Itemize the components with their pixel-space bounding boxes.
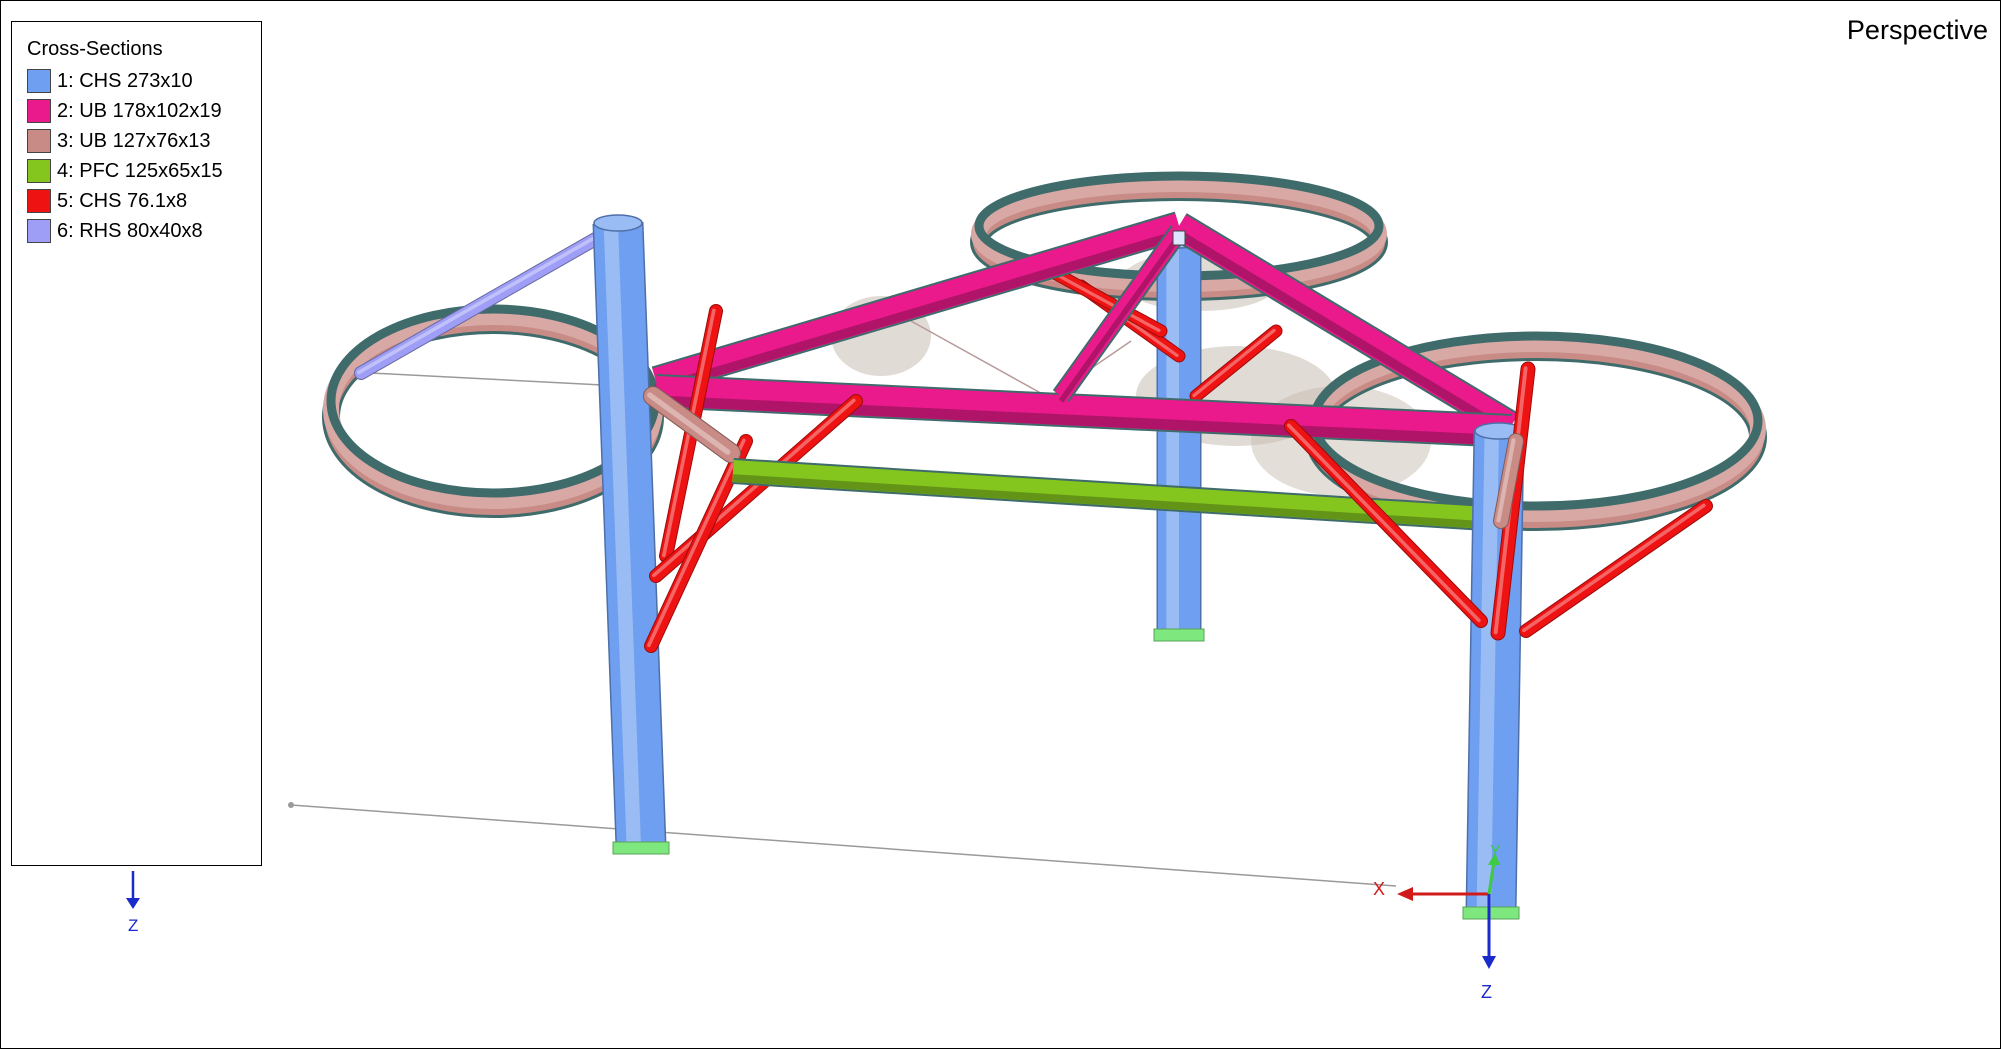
legend-item-6[interactable]: 6: RHS 80x40x8 <box>27 216 223 246</box>
x-axis-arrow-icon <box>1397 887 1413 901</box>
member-highlight[interactable] <box>1476 430 1499 912</box>
member-top-cap[interactable] <box>593 214 643 232</box>
legend-item-4[interactable]: 4: PFC 125x65x15 <box>27 156 223 186</box>
support-marker <box>612 841 670 855</box>
legend-label: 5: CHS 76.1x8 <box>57 189 188 212</box>
member-column-left[interactable] <box>592 214 670 855</box>
legend-label: 3: UB 127x76x13 <box>57 129 211 152</box>
legend-swatch <box>27 219 51 243</box>
legend-label: 4: PFC 125x65x15 <box>57 159 223 182</box>
support-marker <box>1153 628 1205 642</box>
legend-swatch <box>27 69 51 93</box>
legend-swatch <box>27 129 51 153</box>
legend-z-label: Z <box>128 916 138 935</box>
legend-items: 1: CHS 273x10 2: UB 178x102x19 3: UB 127… <box>27 66 223 246</box>
legend-item-2[interactable]: 2: UB 178x102x19 <box>27 96 223 126</box>
ground-reference-line <box>290 804 1397 887</box>
x-axis-label: X <box>1373 879 1385 899</box>
helper-line <box>910 320 1047 397</box>
legend-swatch <box>27 189 51 213</box>
cross-sections-legend: Cross-Sections 1: CHS 273x10 2: UB 178x1… <box>11 21 262 866</box>
connection-node <box>1172 230 1186 246</box>
legend-z-arrow-icon <box>126 898 140 909</box>
legend-label: 1: CHS 273x10 <box>57 69 193 92</box>
legend-item-3[interactable]: 3: UB 127x76x13 <box>27 126 223 156</box>
z-axis-label: Z <box>1481 982 1492 1002</box>
z-axis-arrow-icon <box>1482 956 1496 969</box>
member-highlight[interactable] <box>357 226 613 375</box>
member-flange[interactable] <box>654 229 1181 394</box>
legend-title: Cross-Sections <box>27 38 163 60</box>
view-mode-label: Perspective <box>1846 15 1988 45</box>
legend-swatch <box>27 99 51 123</box>
member-column-back[interactable] <box>1153 233 1205 642</box>
3d-viewport[interactable]: Z X Y Z Perspective Cross-Sections 1: CHS 2… <box>0 0 2001 1049</box>
legend-item-5[interactable]: 5: CHS 76.1x8 <box>27 186 223 216</box>
member-rhs-diagonal[interactable] <box>354 222 620 380</box>
legend-swatch <box>27 159 51 183</box>
legend-item-1[interactable]: 1: CHS 273x10 <box>27 66 223 96</box>
legend-label: 6: RHS 80x40x8 <box>57 219 203 242</box>
y-axis-label: Y <box>1490 843 1501 860</box>
reference-node <box>288 802 294 808</box>
structural-model-view[interactable]: Z X Y Z <box>1 1 2000 1048</box>
support-marker <box>1462 906 1520 920</box>
legend-label: 2: UB 178x102x19 <box>57 99 222 122</box>
